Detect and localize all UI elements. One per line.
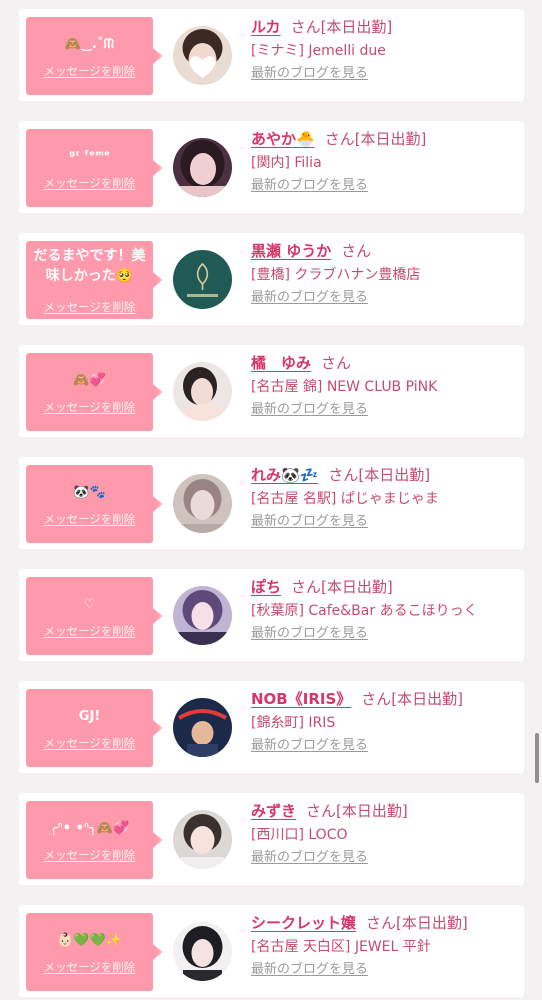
cast-name-link[interactable]: れみ🐼💤 bbox=[251, 466, 318, 484]
cast-info: シークレット嬢 さん[本日出勤] [名古屋 天白区] JEWEL 平針 最新のブロ… bbox=[251, 912, 521, 979]
honorific: さん bbox=[321, 354, 352, 372]
delete-message-link[interactable]: メッセージを削除 bbox=[26, 847, 153, 863]
status-badge: [本日出勤] bbox=[354, 130, 427, 148]
latest-blog-link[interactable]: 最新のブログを見る bbox=[251, 177, 368, 195]
cast-info: 橘 ゆみ さん [名古屋 錦] NEW CLUB PiNK 最新のブログを見る bbox=[251, 352, 521, 419]
honorific: さん bbox=[306, 802, 337, 820]
cast-name-link[interactable]: あやか🐣 bbox=[251, 130, 315, 148]
delete-message-link[interactable]: メッセージを削除 bbox=[26, 959, 153, 975]
message-card: GJ! メッセージを削除 NOB《IRIS》 さん[本日出勤] [錦糸町] IRI… bbox=[19, 681, 524, 773]
honorific: さん bbox=[341, 242, 372, 260]
honorific: さん bbox=[366, 914, 397, 932]
message-bubble: 👶🏻💚💚✨ メッセージを削除 bbox=[26, 913, 162, 991]
latest-blog-link[interactable]: 最新のブログを見る bbox=[251, 289, 368, 307]
cast-name-link[interactable]: 黒瀬 ゆうか bbox=[251, 242, 331, 260]
vertical-scrollbar[interactable] bbox=[535, 733, 539, 783]
delete-message-link[interactable]: メッセージを削除 bbox=[26, 511, 153, 527]
message-card: 🙈💞 メッセージを削除 橘 ゆみ さん [名古屋 錦] NEW CLUB PiNK… bbox=[19, 345, 524, 437]
message-bubble: GJ! メッセージを削除 bbox=[26, 689, 162, 767]
cast-name-link[interactable]: ぽち bbox=[251, 578, 281, 596]
message-card: 👶🏻💚💚✨ メッセージを削除 シークレット嬢 さん[本日出勤] [名古屋 天白区]… bbox=[19, 905, 524, 997]
cast-name-link[interactable]: みずき bbox=[251, 802, 296, 820]
latest-blog-link[interactable]: 最新のブログを見る bbox=[251, 961, 368, 979]
avatar[interactable] bbox=[173, 250, 232, 309]
cast-info: ぽち さん[本日出勤] [秋葉原] Cafe&Bar あるこほりっく 最新のブログ… bbox=[251, 576, 521, 643]
message-bubble: 🐼🐾 メッセージを削除 bbox=[26, 465, 162, 543]
latest-blog-link[interactable]: 最新のブログを見る bbox=[251, 737, 368, 755]
avatar[interactable] bbox=[173, 586, 232, 645]
message-card: 🐼🐾 メッセージを削除 れみ🐼💤 さん[本日出勤] [名古屋 名駅] ぱじゃまじゃ… bbox=[19, 457, 524, 549]
status-badge: [本日出勤] bbox=[396, 914, 468, 932]
latest-blog-link[interactable]: 最新のブログを見る bbox=[251, 65, 368, 83]
status-badge: [本日出勤] bbox=[391, 690, 463, 708]
avatar[interactable] bbox=[173, 698, 232, 757]
message-text: ╭ᐢ• •ᐢ╮🙈💞 bbox=[49, 821, 130, 836]
delete-message-link[interactable]: メッセージを削除 bbox=[26, 63, 153, 79]
latest-blog-link[interactable]: 最新のブログを見る bbox=[251, 849, 368, 867]
shop-name: [ミナミ] Jemelli due bbox=[251, 43, 386, 59]
message-text: ♡ bbox=[83, 597, 96, 612]
cast-info: みずき さん[本日出勤] [西川口] LOCO 最新のブログを見る bbox=[251, 800, 521, 867]
avatar[interactable] bbox=[173, 362, 232, 421]
delete-message-link[interactable]: メッセージを削除 bbox=[26, 299, 153, 315]
message-text: 👶🏻💚💚✨ bbox=[57, 933, 122, 948]
cast-info: 黒瀬 ゆうか さん [豊橋] クラブハナン豊橋店 最新のブログを見る bbox=[251, 240, 521, 307]
message-card: ♡ メッセージを削除 ぽち さん[本日出勤] [秋葉原] Cafe&Bar あるこ… bbox=[19, 569, 524, 661]
message-bubble: ♡ メッセージを削除 bbox=[26, 577, 162, 655]
shop-name: [秋葉原] Cafe&Bar あるこほりっく bbox=[251, 603, 478, 619]
delete-message-link[interactable]: メッセージを削除 bbox=[26, 623, 153, 639]
message-card: 🙈‿.˚ᙏ メッセージを削除 ルカ さん[本日出勤] [ミナミ] Jemelli … bbox=[19, 9, 524, 101]
status-badge: [本日出勤] bbox=[320, 18, 393, 36]
cast-info: あやか🐣 さん[本日出勤] [関内] Filia 最新のブログを見る bbox=[251, 128, 521, 195]
shop-name: [名古屋 名駅] ぱじゃまじゃま bbox=[251, 491, 439, 507]
avatar[interactable] bbox=[173, 26, 232, 85]
message-text: 🙈‿.˚ᙏ bbox=[64, 37, 115, 52]
avatar[interactable] bbox=[173, 474, 232, 533]
latest-blog-link[interactable]: 最新のブログを見る bbox=[251, 401, 368, 419]
message-card: だるまやです！美味しかった🥺 メッセージを削除 黒瀬 ゆうか さん [豊橋] クラ… bbox=[19, 233, 524, 325]
cast-name-link[interactable]: NOB《IRIS》 bbox=[251, 690, 351, 708]
status-badge: [本日出勤] bbox=[358, 466, 431, 484]
shop-name: [関内] Filia bbox=[251, 155, 322, 171]
message-card: ᵍᶦ ᶠᵉᵐᵉ メッセージを削除 あやか🐣 さん[本日出勤] [関内] Filia… bbox=[19, 121, 524, 213]
message-bubble: だるまやです！美味しかった🥺 メッセージを削除 bbox=[26, 241, 162, 319]
cast-info: NOB《IRIS》 さん[本日出勤] [錦糸町] IRIS 最新のブログを見る bbox=[251, 688, 521, 755]
cast-name-link[interactable]: ルカ bbox=[251, 18, 281, 36]
cast-name-link[interactable]: シークレット嬢 bbox=[251, 914, 356, 932]
honorific: さん bbox=[291, 578, 322, 596]
honorific: さん bbox=[361, 690, 392, 708]
avatar[interactable] bbox=[173, 810, 232, 869]
message-text: GJ! bbox=[78, 709, 101, 724]
message-bubble: 🙈💞 メッセージを削除 bbox=[26, 353, 162, 431]
delete-message-link[interactable]: メッセージを削除 bbox=[26, 735, 153, 751]
shop-name: [西川口] LOCO bbox=[251, 827, 348, 843]
cast-info: ルカ さん[本日出勤] [ミナミ] Jemelli due 最新のブログを見る bbox=[251, 16, 521, 83]
delete-message-link[interactable]: メッセージを削除 bbox=[26, 175, 153, 191]
delete-message-link[interactable]: メッセージを削除 bbox=[26, 399, 153, 415]
shop-name: [豊橋] クラブハナン豊橋店 bbox=[251, 267, 421, 283]
latest-blog-link[interactable]: 最新のブログを見る bbox=[251, 513, 368, 531]
shop-name: [名古屋 天白区] JEWEL 平針 bbox=[251, 939, 431, 955]
message-bubble: ╭ᐢ• •ᐢ╮🙈💞 メッセージを削除 bbox=[26, 801, 162, 879]
message-card: ╭ᐢ• •ᐢ╮🙈💞 メッセージを削除 みずき さん[本日出勤] [西川口] LOC… bbox=[19, 793, 524, 885]
message-text: ᵍᶦ ᶠᵉᵐᵉ bbox=[68, 149, 111, 164]
avatar[interactable] bbox=[173, 922, 232, 981]
message-text: 🙈💞 bbox=[73, 373, 106, 388]
message-bubble: ᵍᶦ ᶠᵉᵐᵉ メッセージを削除 bbox=[26, 129, 162, 207]
cast-name-link[interactable]: 橘 ゆみ bbox=[251, 354, 311, 372]
shop-name: [名古屋 錦] NEW CLUB PiNK bbox=[251, 379, 438, 395]
shop-name: [錦糸町] IRIS bbox=[251, 715, 336, 731]
honorific: さん bbox=[290, 18, 321, 36]
status-badge: [本日出勤] bbox=[321, 578, 393, 596]
avatar[interactable] bbox=[173, 138, 232, 197]
message-text: 🐼🐾 bbox=[73, 485, 106, 500]
honorific: さん bbox=[328, 466, 359, 484]
status-badge: [本日出勤] bbox=[336, 802, 408, 820]
latest-blog-link[interactable]: 最新のブログを見る bbox=[251, 625, 368, 643]
message-bubble: 🙈‿.˚ᙏ メッセージを削除 bbox=[26, 17, 162, 95]
cast-info: れみ🐼💤 さん[本日出勤] [名古屋 名駅] ぱじゃまじゃま 最新のブログを見る bbox=[251, 464, 521, 531]
honorific: さん bbox=[324, 130, 355, 148]
message-text: だるまやです！美味しかった🥺 bbox=[33, 248, 146, 284]
